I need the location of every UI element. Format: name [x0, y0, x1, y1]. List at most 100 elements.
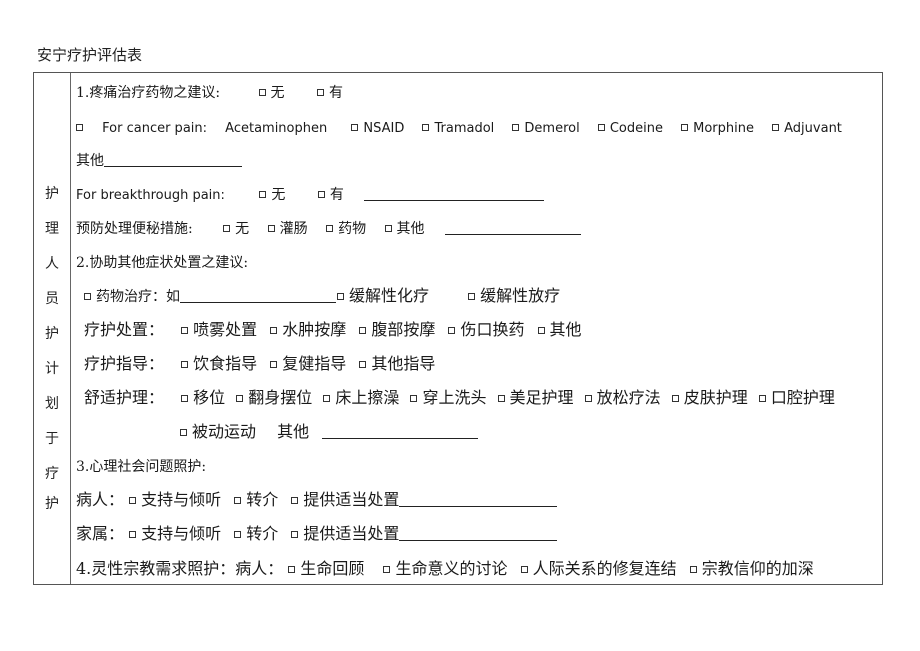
option-transfer[interactable]: 移位 — [181, 388, 225, 408]
checkbox-icon[interactable] — [410, 395, 418, 402]
option-support-listen[interactable]: 支持与倾听 — [129, 490, 221, 510]
checkbox-icon[interactable] — [181, 327, 189, 334]
checkbox-icon[interactable] — [383, 566, 391, 573]
checkbox-icon[interactable] — [681, 124, 689, 131]
checkbox-icon[interactable] — [291, 531, 299, 538]
checkbox-icon[interactable] — [359, 327, 367, 334]
comfort-label: 舒适护理： — [84, 388, 165, 407]
checkbox-icon[interactable] — [270, 361, 278, 368]
checkbox-icon[interactable] — [84, 293, 91, 300]
option-demerol[interactable]: Demerol — [512, 119, 580, 139]
checkbox-icon[interactable] — [537, 327, 545, 334]
option-foot-care[interactable]: 美足护理 — [497, 388, 574, 408]
breakthrough-input[interactable] — [364, 186, 545, 201]
checkbox-icon[interactable] — [234, 497, 242, 504]
option-relaxation[interactable]: 放松疗法 — [584, 388, 661, 408]
option-yes[interactable]: 有 — [316, 83, 343, 103]
option-morphine[interactable]: Morphine — [681, 119, 754, 139]
checkbox-icon[interactable] — [520, 566, 528, 573]
checkbox-icon[interactable] — [236, 395, 244, 402]
checkbox-icon[interactable] — [267, 225, 275, 232]
option-bed-bath[interactable]: 床上擦澡 — [323, 388, 399, 408]
option-codeine[interactable]: Codeine — [597, 119, 663, 139]
checkbox-icon[interactable] — [317, 191, 325, 198]
medication-input[interactable] — [180, 288, 336, 303]
option-referral[interactable]: 转介 — [234, 524, 278, 544]
option-other[interactable]: 其他 — [537, 320, 582, 340]
checkbox-icon[interactable] — [234, 531, 242, 538]
family-care-input[interactable] — [399, 526, 558, 541]
option-tramadol[interactable]: Tramadol — [422, 119, 494, 139]
checkbox-icon[interactable] — [359, 361, 367, 368]
option-enema[interactable]: 灌肠 — [267, 219, 308, 239]
checkbox-icon[interactable] — [689, 566, 697, 573]
checkbox-icon[interactable] — [772, 124, 780, 131]
checkbox-icon[interactable] — [180, 429, 187, 436]
checkbox-icon[interactable] — [468, 293, 476, 300]
option-acetaminophen[interactable]: Acetaminophen — [225, 121, 327, 136]
option-palliative-radio[interactable]: 缓解性放疗 — [468, 286, 560, 306]
option-referral[interactable]: 转介 — [234, 490, 278, 510]
side-label-char: 护 — [45, 186, 59, 202]
checkbox-icon[interactable] — [270, 327, 278, 334]
checkbox-icon[interactable] — [129, 531, 137, 538]
option-other-guidance[interactable]: 其他指导 — [359, 354, 435, 374]
checkbox-icon[interactable] — [758, 395, 766, 402]
option-faith-deepening[interactable]: 宗教信仰的加深 — [689, 559, 814, 579]
option-none[interactable]: 无 — [258, 83, 285, 103]
option-hair-wash[interactable]: 穿上洗头 — [410, 388, 486, 408]
option-support-listen[interactable]: 支持与倾听 — [129, 524, 221, 544]
checkbox-icon[interactable] — [584, 395, 592, 402]
checkbox-icon[interactable] — [448, 327, 456, 334]
checkbox-icon[interactable] — [337, 293, 344, 300]
checkbox-icon[interactable] — [181, 361, 189, 368]
checkbox-icon[interactable] — [181, 395, 189, 402]
constipation-other-input[interactable] — [444, 220, 581, 235]
section4-heading: 4.灵性宗教需求照护：病人： — [76, 559, 284, 578]
option-medication-therapy[interactable]: 药物治疗：如 — [84, 286, 180, 307]
option-medication[interactable]: 药物 — [326, 219, 366, 239]
option-none[interactable]: 无 — [223, 219, 249, 239]
option-abdominal-massage[interactable]: 腹部按摩 — [359, 320, 435, 340]
checkbox-icon[interactable] — [326, 225, 334, 232]
checkbox-icon[interactable] — [259, 191, 267, 198]
option-appropriate-care[interactable]: 提供适当处置 — [291, 490, 399, 510]
option-skin-care[interactable]: 皮肤护理 — [671, 388, 748, 408]
checkbox-icon[interactable] — [223, 225, 231, 232]
comfort-other-input[interactable] — [322, 424, 479, 439]
option-diet-guidance[interactable]: 饮食指导 — [181, 354, 257, 374]
checkbox-icon[interactable] — [512, 124, 520, 131]
checkbox-icon[interactable] — [671, 395, 679, 402]
option-life-review[interactable]: 生命回顾 — [288, 559, 364, 579]
checkbox-icon[interactable] — [316, 89, 324, 96]
option-oral-care[interactable]: 口腔护理 — [758, 388, 835, 408]
option-rehab-guidance[interactable]: 复健指导 — [270, 354, 346, 374]
other-input[interactable] — [104, 152, 242, 167]
checkbox-icon[interactable] — [384, 225, 392, 232]
option-edema-massage[interactable]: 水肿按摩 — [270, 320, 346, 340]
option-yes[interactable]: 有 — [317, 185, 344, 205]
option-other[interactable]: 其他 — [384, 219, 425, 239]
patient-care-input[interactable] — [399, 492, 558, 507]
checkbox-icon[interactable] — [129, 497, 137, 504]
checkbox-icon[interactable] — [351, 124, 359, 131]
option-relationship-repair[interactable]: 人际关系的修复连结 — [520, 559, 677, 579]
option-adjuvant[interactable]: Adjuvant — [772, 119, 842, 139]
option-palliative-chemo[interactable]: 缓解性化疗 — [336, 286, 429, 306]
checkbox-icon[interactable] — [497, 395, 505, 402]
option-appropriate-care[interactable]: 提供适当处置 — [291, 524, 399, 544]
option-nsaid[interactable]: NSAID — [351, 119, 404, 139]
checkbox-icon[interactable] — [76, 124, 83, 131]
option-meaning-of-life[interactable]: 生命意义的讨论 — [383, 559, 508, 579]
option-wound-care[interactable]: 伤口换药 — [448, 320, 524, 340]
checkbox-icon[interactable] — [291, 497, 299, 504]
checkbox-icon[interactable] — [258, 89, 266, 96]
option-repositioning[interactable]: 翻身摆位 — [236, 388, 312, 408]
checkbox-icon[interactable] — [597, 124, 605, 131]
option-none[interactable]: 无 — [259, 185, 285, 205]
option-passive-exercise[interactable]: 被动运动 — [180, 422, 256, 442]
checkbox-icon[interactable] — [323, 395, 331, 402]
option-spray[interactable]: 喷雾处置 — [181, 320, 257, 340]
checkbox-icon[interactable] — [422, 124, 430, 131]
checkbox-icon[interactable] — [288, 566, 296, 573]
